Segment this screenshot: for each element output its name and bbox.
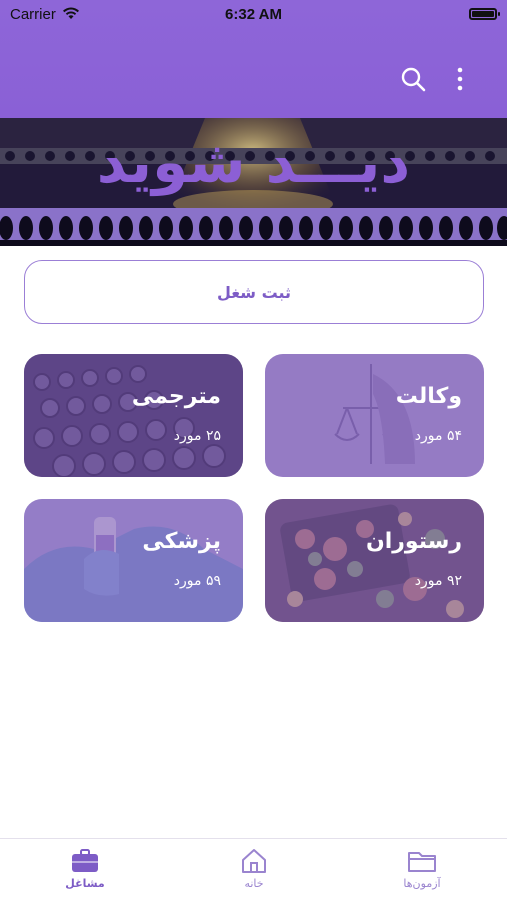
tab-exams[interactable]: آزمون‌ها [372, 847, 472, 897]
more-menu-button[interactable] [450, 64, 470, 94]
tab-home-label: خانه [244, 877, 264, 890]
register-job-button[interactable]: ثبت شغل [24, 260, 484, 324]
search-button[interactable] [398, 64, 428, 94]
category-card-medicine[interactable]: پزشکی ۵۹ مورد [24, 499, 243, 622]
briefcase-icon [72, 849, 98, 872]
status-bar: Carrier 6:32 AM [0, 0, 507, 28]
category-title: رستوران [365, 529, 462, 554]
home-icon [242, 849, 266, 873]
category-title: پزشکی [142, 529, 221, 554]
category-count: ۹۲ مورد [414, 573, 462, 589]
category-title: مترجمی [131, 384, 221, 409]
category-count: ۵۹ مورد [173, 573, 221, 589]
card-overlay [265, 499, 484, 622]
status-time: 6:32 AM [225, 6, 282, 23]
hero-banner: دیـــد شوید [0, 118, 507, 246]
tab-home[interactable]: خانه [204, 847, 304, 897]
category-title: وکالت [395, 384, 462, 409]
more-vertical-icon [457, 67, 463, 91]
tab-jobs-label: مشاغل [65, 877, 105, 890]
card-overlay [24, 354, 243, 477]
app-screen: Carrier 6:32 AM دیـــد شوید ثبت شغل مترج… [0, 0, 507, 900]
category-card-restaurant[interactable]: رستوران ۹۲ مورد [265, 499, 484, 622]
tab-exams-label: آزمون‌ها [403, 877, 441, 890]
category-card-translation[interactable]: مترجمی ۲۵ مورد [24, 354, 243, 477]
folder-icon [408, 852, 436, 872]
category-card-law[interactable]: وکالت ۵۴ مورد [265, 354, 484, 477]
category-count: ۲۵ مورد [173, 428, 221, 444]
app-header: Carrier 6:32 AM [0, 0, 507, 118]
app-logo-text: دیـــد شوید [96, 128, 411, 196]
bottom-tab-bar: مشاغل خانه آزمون‌ها [0, 838, 507, 900]
battery-icon [469, 8, 500, 20]
search-icon [401, 67, 426, 92]
card-overlay [265, 354, 484, 477]
card-overlay [24, 499, 243, 622]
tab-jobs[interactable]: مشاغل [35, 847, 135, 897]
category-count: ۵۴ مورد [414, 428, 462, 444]
